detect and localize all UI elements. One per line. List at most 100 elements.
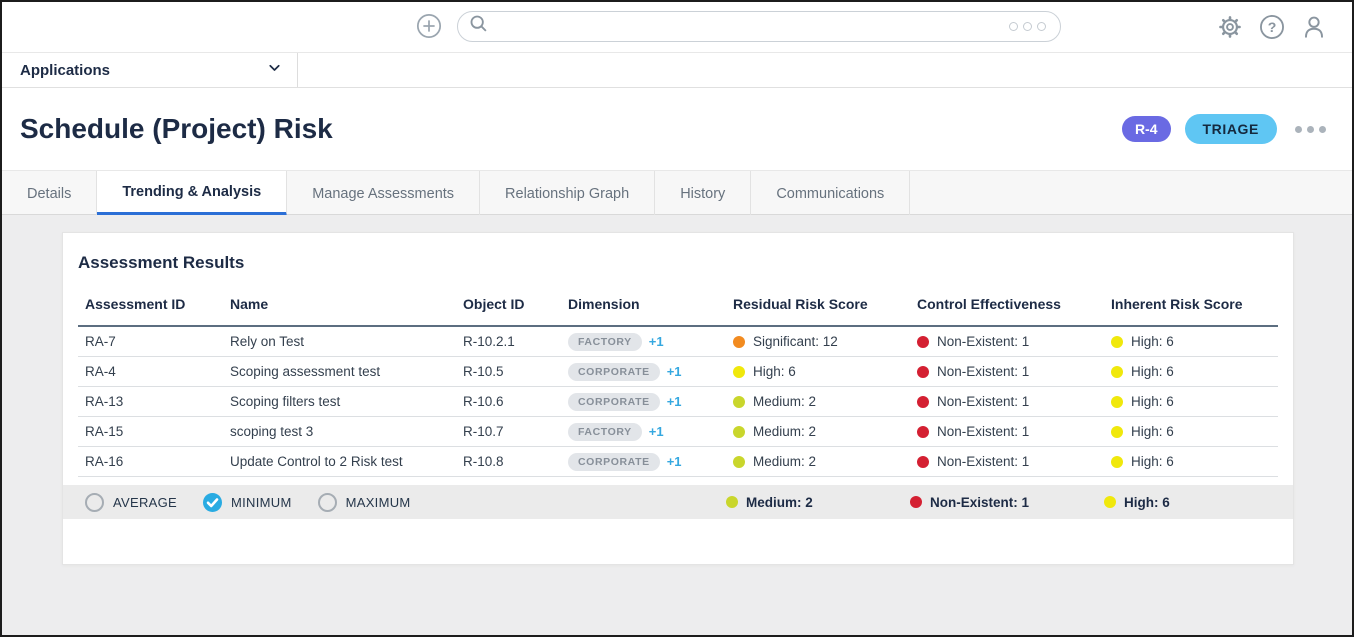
inherent-risk-label: High: 6 [1131, 454, 1174, 469]
tab-communications[interactable]: Communications [751, 171, 910, 216]
app-window: { "topbar": { "search": { "value": "", "… [0, 0, 1354, 637]
tab-details[interactable]: Details [2, 171, 97, 216]
dimension-tag[interactable]: FACTORY [568, 333, 642, 351]
control-effectiveness-dot [917, 396, 929, 408]
tab-history[interactable]: History [655, 171, 751, 216]
panel-title: Assessment Results [78, 253, 1278, 273]
inherent-risk-label: High: 6 [1131, 424, 1174, 439]
control-effectiveness-label: Non-Existent: 1 [937, 334, 1029, 349]
control-effectiveness-label: Non-Existent: 1 [930, 495, 1029, 510]
table-row[interactable]: RA-13 Scoping filters test R-10.6 CORPOR… [78, 387, 1278, 417]
inherent-risk-label: High: 6 [1131, 394, 1174, 409]
dimension-more-link[interactable]: +1 [649, 334, 664, 349]
cell-control-effectiveness: Non-Existent: 1 [917, 364, 1111, 379]
control-effectiveness-label: Non-Existent: 1 [937, 364, 1029, 379]
search-options-icon[interactable] [1009, 22, 1046, 31]
control-effectiveness-label: Non-Existent: 1 [937, 394, 1029, 409]
radio-circle-icon[interactable] [318, 493, 337, 512]
radio-average-label: AVERAGE [113, 495, 177, 510]
dimension-tag[interactable]: CORPORATE [568, 393, 660, 411]
table-row[interactable]: RA-7 Rely on Test R-10.2.1 FACTORY +1 Si… [78, 327, 1278, 357]
dimension-tag[interactable]: CORPORATE [568, 363, 660, 381]
control-effectiveness-dot [917, 426, 929, 438]
page-title: Schedule (Project) Risk [20, 113, 1122, 145]
table-row[interactable]: RA-4 Scoping assessment test R-10.5 CORP… [78, 357, 1278, 387]
control-effectiveness-dot [910, 496, 922, 508]
summary-control-effectiveness: Non-Existent: 1 [910, 495, 1104, 510]
cell-assessment-id: RA-15 [85, 424, 230, 439]
dimension-more-link[interactable]: +1 [667, 394, 682, 409]
cell-residual-risk: High: 6 [733, 364, 917, 379]
aggregation-radio-group: AVERAGE MINIMUM MAXIMUM [85, 493, 726, 512]
control-effectiveness-dot [917, 366, 929, 378]
cell-inherent-risk: High: 6 [1111, 364, 1278, 379]
radio-minimum-label: MINIMUM [231, 495, 292, 510]
tab-trending-analysis[interactable]: Trending & Analysis [97, 171, 287, 216]
col-name: Name [230, 296, 463, 312]
col-control-effectiveness: Control Effectiveness [917, 296, 1111, 312]
radio-checked-icon[interactable] [203, 493, 222, 512]
record-id-badge[interactable]: R-4 [1122, 116, 1171, 142]
col-inherent-risk-score: Inherent Risk Score [1111, 296, 1278, 312]
assessment-results-panel: Assessment Results Assessment ID Name Ob… [62, 232, 1294, 565]
cell-name: Scoping assessment test [230, 364, 463, 379]
table-header-row: Assessment ID Name Object ID Dimension R… [78, 283, 1278, 327]
table-row[interactable]: RA-15 scoping test 3 R-10.7 FACTORY +1 M… [78, 417, 1278, 447]
triage-status-button[interactable]: TRIAGE [1185, 114, 1278, 144]
cell-residual-risk: Medium: 2 [733, 394, 917, 409]
inherent-risk-label: High: 6 [1124, 495, 1170, 510]
cell-name: Rely on Test [230, 334, 463, 349]
user-icon[interactable] [1301, 14, 1327, 40]
radio-maximum[interactable]: MAXIMUM [318, 493, 411, 512]
tab-relationship-graph[interactable]: Relationship Graph [480, 171, 655, 216]
control-effectiveness-label: Non-Existent: 1 [937, 454, 1029, 469]
cell-dimension: CORPORATE +1 [568, 363, 733, 381]
content-area: Assessment Results Assessment ID Name Ob… [2, 215, 1352, 635]
dimension-more-link[interactable]: +1 [649, 424, 664, 439]
inherent-risk-dot [1111, 396, 1123, 408]
chevron-down-icon [266, 59, 283, 81]
applications-label: Applications [20, 62, 110, 79]
gear-icon[interactable] [1217, 14, 1243, 40]
cell-name: scoping test 3 [230, 424, 463, 439]
residual-risk-dot [733, 396, 745, 408]
summary-inherent-risk: High: 6 [1104, 495, 1278, 510]
inherent-risk-dot [1111, 456, 1123, 468]
plus-circle-icon[interactable] [416, 13, 442, 39]
residual-risk-dot [733, 336, 745, 348]
tab-bar: Details Trending & Analysis Manage Asses… [2, 170, 1352, 215]
radio-average[interactable]: AVERAGE [85, 493, 177, 512]
cell-inherent-risk: High: 6 [1111, 394, 1278, 409]
cell-object-id: R-10.7 [463, 424, 568, 439]
dimension-more-link[interactable]: +1 [667, 454, 682, 469]
radio-maximum-label: MAXIMUM [346, 495, 411, 510]
table-row[interactable]: RA-16 Update Control to 2 Risk test R-10… [78, 447, 1278, 477]
dimension-tag[interactable]: CORPORATE [568, 453, 660, 471]
search-input[interactable] [496, 19, 1009, 35]
col-residual-risk-score: Residual Risk Score [733, 296, 917, 312]
cell-object-id: R-10.2.1 [463, 334, 568, 349]
dimension-tag[interactable]: FACTORY [568, 423, 642, 441]
cell-assessment-id: RA-16 [85, 454, 230, 469]
residual-risk-dot [733, 426, 745, 438]
residual-risk-dot [726, 496, 738, 508]
cell-control-effectiveness: Non-Existent: 1 [917, 454, 1111, 469]
radio-circle-icon[interactable] [85, 493, 104, 512]
assessment-results-table: Assessment ID Name Object ID Dimension R… [78, 283, 1278, 477]
col-assessment-id: Assessment ID [85, 296, 230, 312]
global-search[interactable] [457, 11, 1061, 42]
cell-name: Update Control to 2 Risk test [230, 454, 463, 469]
cell-residual-risk: Significant: 12 [733, 334, 917, 349]
dimension-more-link[interactable]: +1 [667, 364, 682, 379]
applications-dropdown[interactable]: Applications [2, 53, 298, 87]
control-effectiveness-dot [917, 336, 929, 348]
help-icon[interactable]: ? [1259, 14, 1285, 40]
control-effectiveness-dot [917, 456, 929, 468]
radio-minimum[interactable]: MINIMUM [203, 493, 292, 512]
ellipsis-menu-icon[interactable] [1295, 126, 1326, 133]
inherent-risk-label: High: 6 [1131, 334, 1174, 349]
tab-manage-assessments[interactable]: Manage Assessments [287, 171, 480, 216]
cell-dimension: FACTORY +1 [568, 333, 733, 351]
control-effectiveness-label: Non-Existent: 1 [937, 424, 1029, 439]
page-header: Schedule (Project) Risk R-4 TRIAGE [2, 88, 1352, 170]
